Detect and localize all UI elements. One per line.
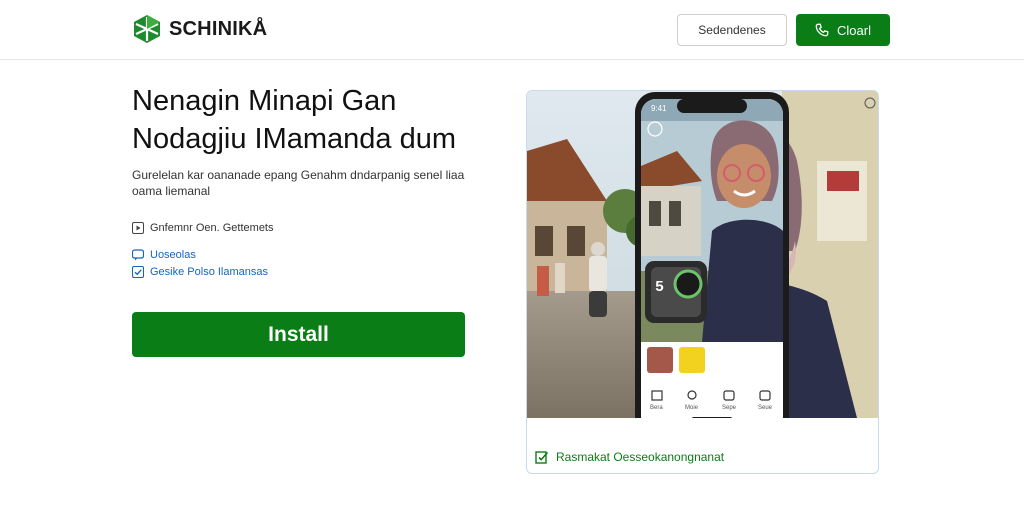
feature-item[interactable]: Gesike Polso Ilamansas [132, 266, 268, 278]
card-footer: Rasmakat Oesseokanongnanat [535, 450, 724, 464]
phone-mockup: 5 9:41 Bera Moie Sepe Seue [635, 92, 789, 418]
nav-item-label: Bera [650, 405, 663, 411]
brand-name: SCHINIKÅ [169, 17, 268, 40]
app-preview-photo: 5 5 9:41 [527, 91, 878, 418]
phone-icon [815, 23, 829, 37]
play-icon [132, 222, 144, 234]
feature-label: Gesike Polso Ilamansas [150, 266, 268, 278]
svg-text:5: 5 [655, 279, 664, 296]
headline-line-1: Nenagin Minapi Gan [132, 85, 397, 117]
feature-item: Gnfemnr Oen. Gettemets [132, 222, 274, 234]
leaf-logo-icon [134, 15, 160, 43]
nav-item-label: Sepe [722, 405, 737, 411]
hero-headline: Nenagin Minapi Gan Nodagjiu IMamanda dum [132, 82, 492, 158]
feature-label: Uoseolas [150, 249, 196, 261]
hero-subtext: Gurelelan kar oananade epang Genahm dnda… [132, 168, 465, 198]
top-header: SCHINIKÅ Sedendenes Cloarl [0, 0, 1024, 60]
secondary-header-button[interactable]: Sedendenes [677, 14, 787, 46]
install-button[interactable]: Install [132, 312, 465, 357]
call-button[interactable]: Cloarl [796, 14, 890, 46]
phone-status-time: 9:41 [651, 104, 667, 113]
call-button-label: Cloarl [837, 22, 871, 38]
card-footer-text: Rasmakat Oesseokanongnanat [556, 450, 725, 464]
app-preview-card: 5 5 9:41 [526, 90, 879, 474]
brand-logo[interactable]: SCHINIKÅ [133, 14, 267, 44]
feature-item[interactable]: Uoseolas [132, 249, 196, 261]
headline-line-2: Nodagjiu IMamanda dum [132, 123, 457, 155]
feature-label: Gnfemnr Oen. Gettemets [150, 222, 274, 234]
edit-check-icon [535, 451, 549, 464]
nav-item-label: Seue [758, 405, 773, 411]
chat-icon [132, 249, 144, 261]
check-icon [132, 266, 144, 278]
nav-item-label: Moie [685, 405, 699, 411]
